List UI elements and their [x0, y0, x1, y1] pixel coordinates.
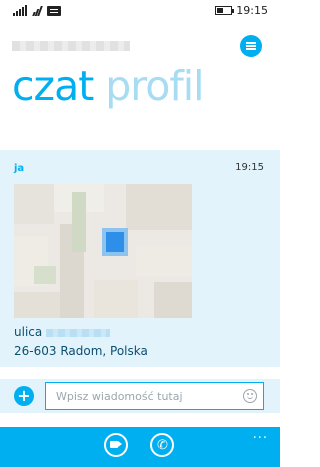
tab-profil[interactable]: profil [105, 62, 204, 110]
battery-icon [215, 6, 234, 15]
composer-bar: + Wpisz wiadomość tutaj [0, 379, 280, 413]
voice-call-icon[interactable]: ✆ [150, 433, 174, 457]
video-call-icon[interactable] [104, 433, 128, 457]
more-options-icon[interactable]: ... [253, 427, 268, 442]
message-input-placeholder: Wpisz wiadomość tutaj [56, 390, 183, 403]
message-composer: + Wpisz wiadomość tutaj [0, 367, 280, 427]
message-input[interactable]: Wpisz wiadomość tutaj [45, 382, 264, 410]
wifi-icon [32, 5, 43, 16]
address-line-1: ulica [14, 325, 111, 339]
message-sender: ja [14, 163, 25, 174]
app-bar: ✆ ... [0, 427, 280, 467]
message-icon [47, 6, 61, 16]
smiley-icon[interactable] [243, 389, 257, 403]
street-name-redacted [46, 328, 111, 337]
status-icons [13, 5, 61, 16]
conversation-area: ja 19:15 ulica 26-603 Radom, Polska [0, 150, 280, 367]
message-time: 19:15 [235, 162, 264, 173]
status-clock: 19:15 [236, 4, 268, 17]
location-map[interactable] [14, 184, 192, 318]
tab-czat[interactable]: czat [12, 62, 94, 110]
contact-name-redacted [12, 41, 130, 51]
address-line-2: 26-603 Radom, Polska [14, 344, 148, 358]
location-pin-icon [106, 232, 124, 252]
signal-icon [13, 5, 27, 16]
pivot-tabs: czat profil [12, 62, 205, 110]
hamburger-icon[interactable] [240, 35, 262, 57]
plus-icon[interactable]: + [14, 386, 34, 406]
status-bar: 19:15 [0, 0, 280, 22]
